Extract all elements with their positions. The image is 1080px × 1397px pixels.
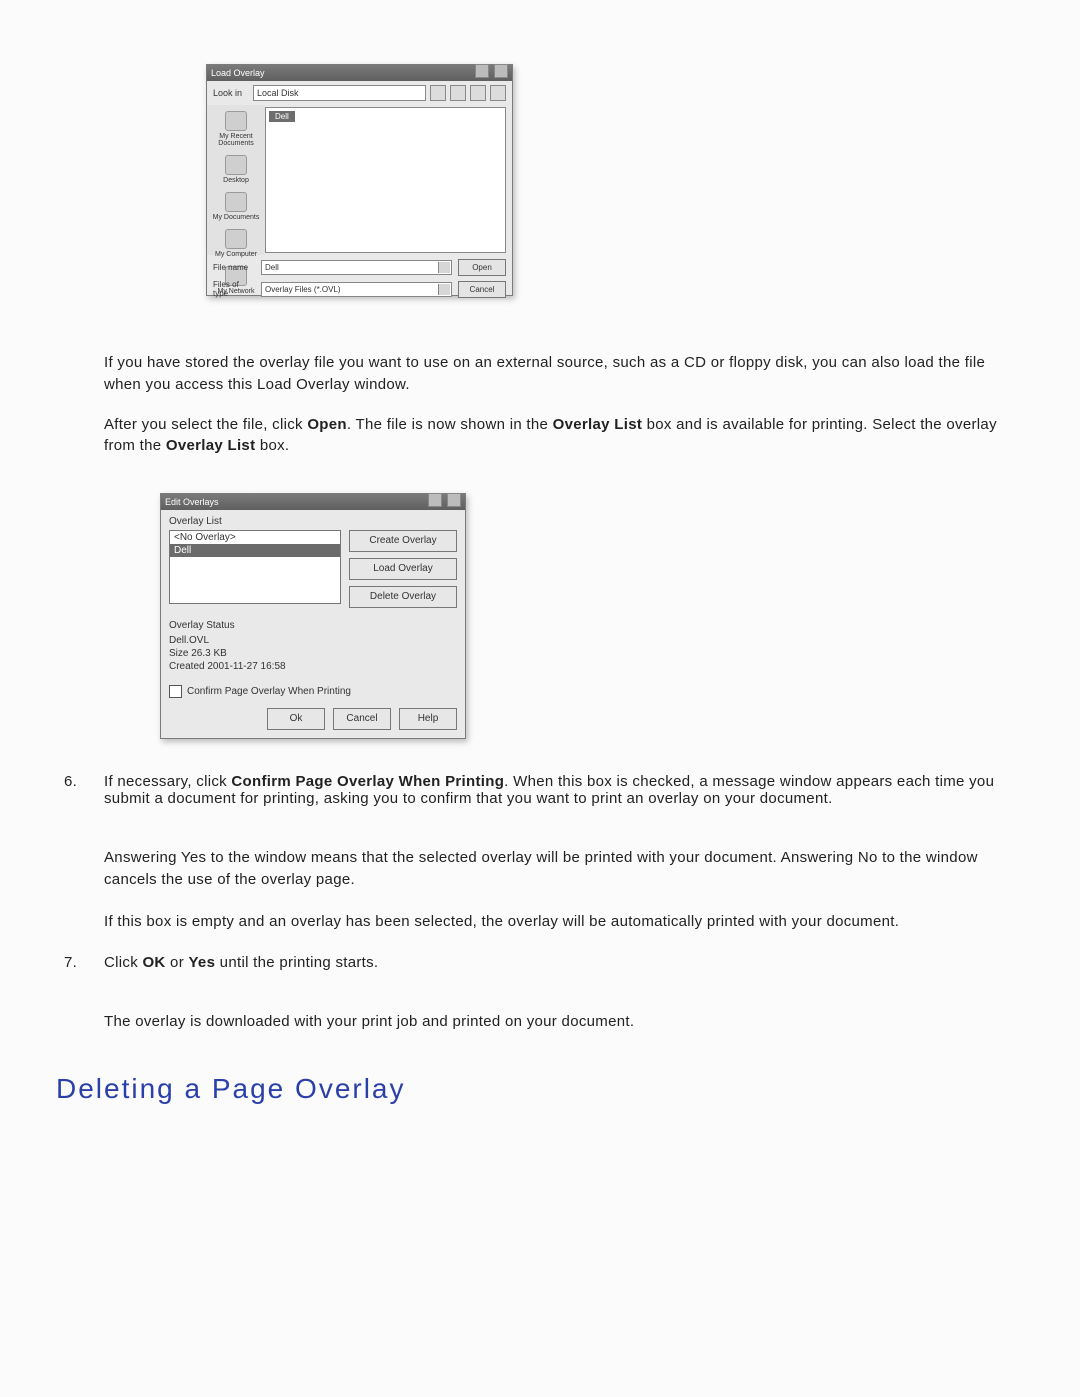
help-icon[interactable] [475,64,489,78]
list-item[interactable]: <No Overlay> [170,531,340,544]
dialog-title: Edit Overlays [165,494,219,510]
cancel-button[interactable]: Cancel [333,708,391,730]
view-menu-icon[interactable] [490,85,506,101]
filename-field[interactable]: Dell [261,260,452,275]
desktop-icon [225,155,247,175]
body-text: If this box is empty and an overlay has … [104,911,1024,933]
dialog-titlebar: Edit Overlays [161,494,465,510]
body-text: If you have stored the overlay file you … [104,352,1000,396]
close-icon[interactable] [494,64,508,78]
sidebar-item[interactable]: My Recent Documents [207,111,265,147]
lookin-combo[interactable]: Local Disk [253,85,426,101]
dialog-title: Load Overlay [211,65,265,81]
overlay-status-label: Overlay Status [169,620,457,631]
delete-overlay-button[interactable]: Delete Overlay [349,586,457,608]
computer-icon [225,229,247,249]
overlay-list-label: Overlay List [169,516,457,527]
places-sidebar: My Recent Documents Desktop My Documents… [207,105,265,255]
sidebar-item[interactable]: My Computer [215,229,257,258]
dialog-titlebar: Load Overlay [207,65,512,81]
body-text: Answering Yes to the window means that t… [104,847,1024,891]
folder-icon [225,111,247,131]
filename-label: File name [213,263,255,272]
step-6: 6. If necessary, click Confirm Page Over… [56,773,1024,932]
help-icon[interactable] [428,493,442,507]
list-item[interactable]: Dell [170,544,340,557]
file-list-pane[interactable]: Dell [265,107,506,253]
status-line: Size 26.3 KB [169,647,457,660]
confirm-overlay-label: Confirm Page Overlay When Printing [187,686,351,697]
filetype-label: Files of type [213,280,255,298]
help-button[interactable]: Help [399,708,457,730]
sidebar-item[interactable]: My Documents [213,192,260,221]
edit-overlays-dialog: Edit Overlays Overlay List <No Overlay> … [160,493,466,739]
nav-back-icon[interactable] [430,85,446,101]
create-overlay-button[interactable]: Create Overlay [349,530,457,552]
documents-icon [225,192,247,212]
new-folder-icon[interactable] [470,85,486,101]
section-heading: Deleting a Page Overlay [56,1073,1024,1105]
file-item[interactable]: Dell [269,111,295,122]
step-7: 7. Click OK or Yes until the printing st… [56,954,1024,1033]
nav-up-icon[interactable] [450,85,466,101]
overlay-list[interactable]: <No Overlay> Dell [169,530,341,604]
load-overlay-button[interactable]: Load Overlay [349,558,457,580]
status-line: Created 2001-11-27 16:58 [169,660,457,673]
status-line: Dell.OVL [169,634,457,647]
cancel-button[interactable]: Cancel [458,281,506,298]
filetype-combo[interactable]: Overlay Files (*.OVL) [261,282,452,297]
sidebar-item[interactable]: Desktop [223,155,249,184]
body-text: After you select the file, click Open. T… [104,414,1000,458]
load-overlay-dialog: Load Overlay Look in Local Disk My Recen… [206,64,513,296]
open-button[interactable]: Open [458,259,506,276]
ok-button[interactable]: Ok [267,708,325,730]
close-icon[interactable] [447,493,461,507]
lookin-label: Look in [213,88,249,98]
confirm-overlay-checkbox[interactable] [169,685,182,698]
body-text: The overlay is downloaded with your prin… [104,1011,1024,1033]
